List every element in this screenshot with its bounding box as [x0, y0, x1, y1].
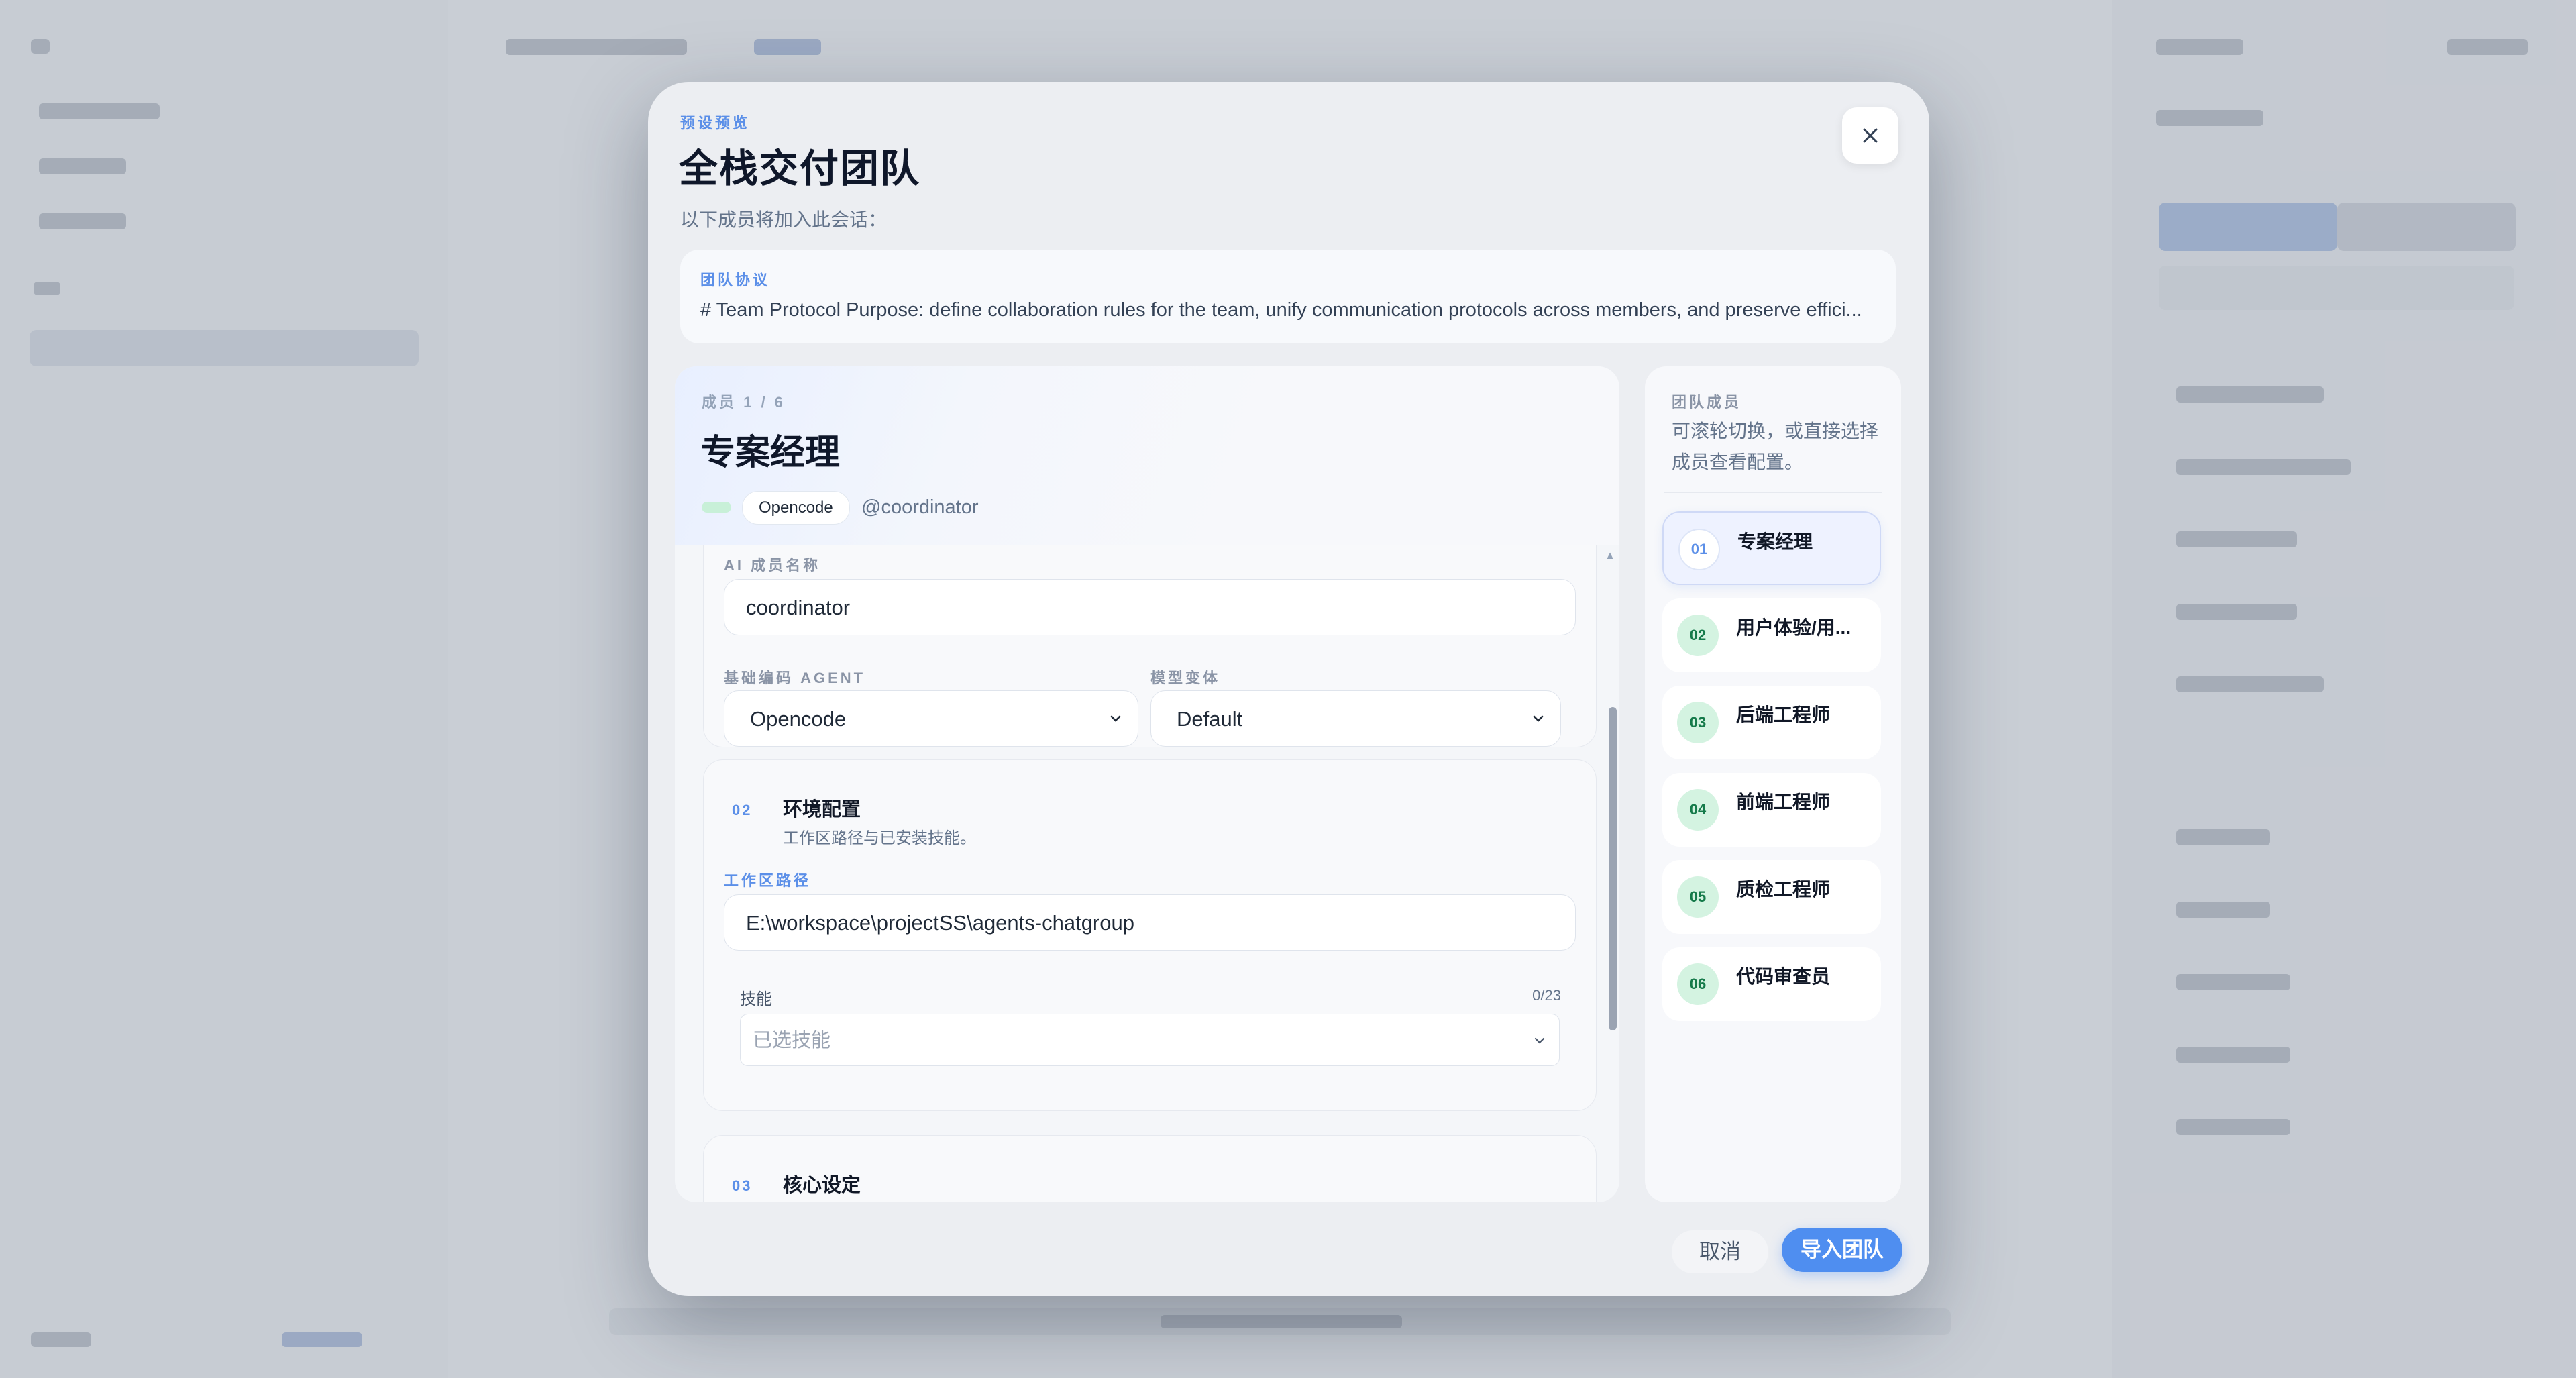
scroll-up-arrow[interactable]: ▲	[1605, 550, 1615, 562]
member-number-badge: 03	[1677, 702, 1719, 743]
env-section-title: 环境配置	[783, 799, 861, 820]
core-section-title: 核心设定	[783, 1175, 861, 1196]
config-scroll-area[interactable]: AI 成员名称 coordinator 基础编码 AGENT Opencode …	[675, 545, 1619, 1202]
member-list-item[interactable]: 06 代码审查员	[1662, 947, 1881, 1021]
section-basic: AI 成员名称 coordinator 基础编码 AGENT Opencode …	[703, 545, 1597, 747]
member-index: 成员 1 / 6	[702, 394, 786, 411]
skills-count: 0/23	[1532, 987, 1561, 1004]
ai-name-input[interactable]: coordinator	[724, 579, 1576, 635]
member-number-badge: 05	[1677, 876, 1719, 918]
member-number-badge: 04	[1677, 789, 1719, 831]
divider	[1664, 492, 1882, 493]
close-button[interactable]	[1842, 107, 1898, 164]
section-environment: 02 环境配置 工作区路径与已安装技能。 工作区路径 E:\workspace\…	[703, 759, 1597, 1111]
member-list-item[interactable]: 01 专案经理	[1662, 511, 1881, 585]
member-name: 专案经理	[700, 433, 841, 472]
dialog-subtitle: 以下成员将加入此会话：	[680, 209, 888, 230]
member-header: 成员 1 / 6 专案经理 Opencode @coordinator	[675, 366, 1619, 545]
dialog-title: 全栈交付团队	[679, 147, 921, 191]
skills-label: 技能	[740, 990, 772, 1008]
team-members-hint: 可滚轮切换，或直接选择成员查看配置。	[1672, 421, 1879, 472]
team-members-panel: 团队成员 可滚轮切换，或直接选择成员查看配置。 01 专案经理 02 用户体验/…	[1645, 366, 1901, 1202]
team-members-label: 团队成员	[1672, 394, 1742, 411]
member-list-item[interactable]: 03 后端工程师	[1662, 686, 1881, 759]
dialog-eyebrow: 预设预览	[680, 115, 751, 131]
member-list-name: 质检工程师	[1736, 879, 1831, 900]
agent-tag: Opencode	[742, 491, 850, 525]
member-list-name: 后端工程师	[1736, 704, 1831, 725]
member-number-badge: 02	[1677, 615, 1719, 656]
workspace-label: 工作区路径	[724, 872, 812, 889]
member-handle: @coordinator	[861, 496, 979, 518]
agent-select[interactable]: Opencode	[724, 690, 1138, 747]
workspace-path-input[interactable]: E:\workspace\projectSS\agents-chatgroup	[724, 894, 1576, 951]
agent-label: 基础编码 AGENT	[724, 670, 866, 686]
skills-select[interactable]: 已选技能	[740, 1014, 1560, 1066]
core-section-number: 03	[732, 1177, 753, 1194]
member-list-name: 用户体验/用...	[1736, 617, 1851, 638]
variant-label: 模型变体	[1150, 670, 1221, 686]
chevron-down-icon	[1110, 715, 1121, 722]
member-config-panel: 成员 1 / 6 专案经理 Opencode @coordinator AI 成…	[675, 366, 1619, 1202]
import-team-button[interactable]: 导入团队	[1782, 1228, 1902, 1272]
env-section-desc: 工作区路径与已安装技能。	[783, 829, 976, 847]
variant-select-value: Default	[1177, 707, 1243, 731]
member-list-item[interactable]: 05 质检工程师	[1662, 860, 1881, 934]
team-preview-dialog: 预设预览 全栈交付团队 以下成员将加入此会话： 团队协议 # Team Prot…	[648, 82, 1929, 1296]
variant-select[interactable]: Default	[1150, 690, 1561, 747]
team-protocol-text: # Team Protocol Purpose: define collabor…	[700, 299, 1862, 321]
skills-placeholder: 已选技能	[753, 1030, 831, 1051]
env-section-number: 02	[732, 802, 753, 818]
chevron-down-icon	[1533, 715, 1544, 722]
team-protocol-label: 团队协议	[700, 272, 771, 288]
chevron-down-icon	[1534, 1037, 1545, 1044]
member-list-name: 代码审查员	[1736, 966, 1831, 987]
close-icon	[1863, 128, 1878, 143]
member-number-badge: 06	[1677, 963, 1719, 1005]
member-list-item[interactable]: 02 用户体验/用...	[1662, 598, 1881, 672]
scrollbar-thumb[interactable]	[1609, 707, 1617, 1030]
member-list-name: 前端工程师	[1736, 792, 1831, 812]
ai-name-label: AI 成员名称	[724, 557, 821, 574]
status-indicator	[702, 502, 731, 513]
cancel-button[interactable]: 取消	[1672, 1230, 1768, 1273]
agent-select-value: Opencode	[750, 707, 847, 731]
member-list-name: 专案经理	[1737, 531, 1813, 552]
member-number-badge: 01	[1678, 529, 1720, 570]
member-list-item[interactable]: 04 前端工程师	[1662, 773, 1881, 847]
team-protocol-card: 团队协议 # Team Protocol Purpose: define col…	[680, 250, 1896, 343]
section-core: 03 核心设定	[703, 1135, 1597, 1202]
